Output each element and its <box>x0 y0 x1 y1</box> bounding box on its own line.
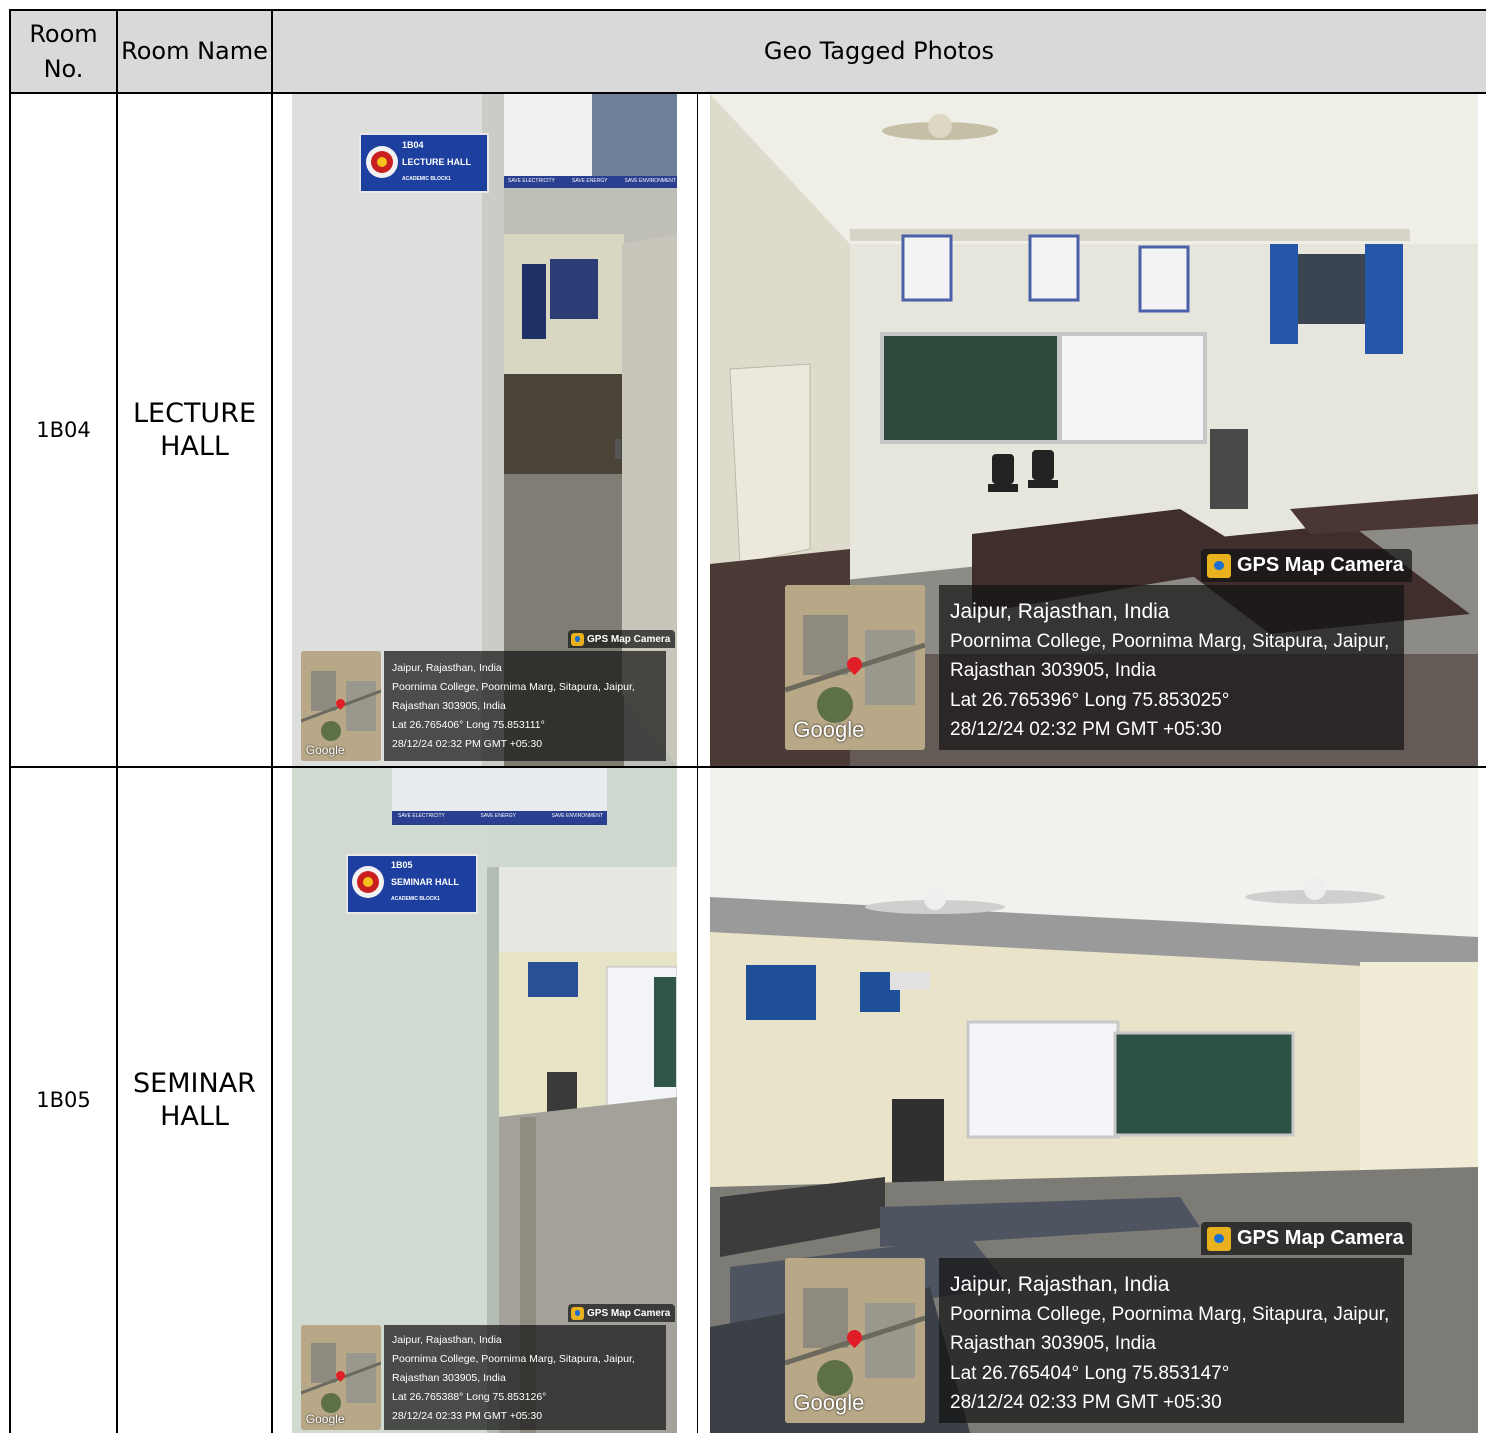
gps-address-line2: Rajasthan 303905, India <box>950 660 1156 681</box>
mini-map: Google <box>785 585 925 750</box>
gps-pin-icon <box>1207 553 1231 578</box>
gps-timestamp: 28/12/24 02:32 PM GMT +05:30 <box>950 719 1222 740</box>
mini-map: Google <box>785 1258 925 1423</box>
gps-address-line2: Rajasthan 303905, India <box>392 1372 506 1384</box>
table-border <box>116 9 118 1433</box>
google-map-label: Google <box>305 742 345 757</box>
gps-address-line1: Poornima College, Poornima Marg, Sitapur… <box>950 630 1390 652</box>
gps-pin-icon <box>571 1306 584 1320</box>
mini-map: Google <box>301 651 381 761</box>
gps-place: Jaipur, Rajasthan, India <box>392 662 502 674</box>
gps-pin-icon <box>571 632 584 646</box>
table-border <box>9 9 1486 11</box>
sign-block: ACADEMIC BLOCK1 <box>391 896 440 902</box>
gps-address-line2: Rajasthan 303905, India <box>950 1333 1156 1354</box>
table-border <box>697 94 698 1433</box>
gps-brand: GPS Map Camera <box>587 633 671 645</box>
gps-pin-icon <box>1207 1226 1231 1251</box>
poster-footer-text: SAVE ENERGY <box>480 813 517 819</box>
room-name-cell: SEMINAR HALL <box>133 1068 256 1132</box>
room-number-cell: 1B05 <box>36 1088 91 1112</box>
gps-map-camera-badge: GPS Map Camera <box>568 1304 676 1322</box>
header-room-no: Room No. <box>29 19 98 83</box>
poster-footer-text: SAVE ELECTRICITY <box>508 178 555 184</box>
geo-tagged-photo: GPS Map Camera Google Jaipur, Rajasthan,… <box>710 767 1478 1433</box>
geo-tagged-photo: GPS Map Camera Google Jaipur, Rajasthan,… <box>710 94 1478 766</box>
poster-footer-text: SAVE ENVIRONMENT <box>624 178 676 184</box>
sign-block: ACADEMIC BLOCK1 <box>402 176 451 182</box>
sign-room-number: 1B04 <box>402 140 424 150</box>
room-number-cell: 1B04 <box>36 418 91 442</box>
sign-room-name: LECTURE HALL <box>402 157 471 167</box>
google-map-label: Google <box>305 1411 345 1426</box>
poster-footer: SAVE ELECTRICITY SAVE ENERGY SAVE ENVIRO… <box>398 813 603 819</box>
geo-tagged-photo: 1B05 SEMINAR HALL ACADEMIC BLOCK1 SAVE E… <box>292 767 677 1433</box>
gps-address-line2: Rajasthan 303905, India <box>392 700 506 712</box>
sign-room-number: 1B05 <box>391 860 413 870</box>
gps-timestamp: 28/12/24 02:32 PM GMT +05:30 <box>392 738 543 750</box>
gps-map-camera-badge: GPS Map Camera <box>1201 549 1412 582</box>
poster-footer-text: SAVE ELECTRICITY <box>398 813 445 819</box>
room-sign: 1B05 SEMINAR HALL ACADEMIC BLOCK1 <box>391 860 459 905</box>
poster-footer: SAVE ELECTRICITY SAVE ENERGY SAVE ENVIRO… <box>508 178 676 184</box>
sign-room-name: SEMINAR HALL <box>391 877 459 887</box>
gps-info-box: Jaipur, Rajasthan, India Poornima Colleg… <box>939 585 1404 750</box>
gps-address-line1: Poornima College, Poornima Marg, Sitapur… <box>392 1353 635 1365</box>
gps-coordinates: Lat 26.765404° Long 75.853147° <box>950 1362 1230 1384</box>
gps-address-line1: Poornima College, Poornima Marg, Sitapur… <box>392 681 635 693</box>
table-border <box>9 92 1486 94</box>
table-border <box>271 9 273 1433</box>
gps-brand: GPS Map Camera <box>587 1307 671 1319</box>
gps-coordinates: Lat 26.765406° Long 75.853111° <box>392 719 545 731</box>
gps-map-camera-badge: GPS Map Camera <box>568 630 676 648</box>
google-map-label: Google <box>793 1390 865 1416</box>
gps-coordinates: Lat 26.765396° Long 75.853025° <box>950 689 1230 711</box>
header-geo-tagged-photos: Geo Tagged Photos <box>763 37 995 65</box>
gps-place: Jaipur, Rajasthan, India <box>950 600 1170 623</box>
geo-tagged-rooms-table: Room No. Room Name Geo Tagged Photos 1B0… <box>0 0 1486 1433</box>
mini-map: Google <box>301 1325 381 1430</box>
geo-tagged-photo: 1B04 LECTURE HALL ACADEMIC BLOCK1 SAVE E… <box>292 94 677 766</box>
gps-coordinates: Lat 26.765388° Long 75.853126° <box>392 1391 547 1403</box>
gps-info-box: Jaipur, Rajasthan, India Poornima Colleg… <box>384 1325 666 1430</box>
poster-footer-text: SAVE ENVIRONMENT <box>551 813 603 819</box>
gps-timestamp: 28/12/24 02:33 PM GMT +05:30 <box>950 1392 1222 1413</box>
room-sign: 1B04 LECTURE HALL ACADEMIC BLOCK1 <box>402 140 471 185</box>
gps-timestamp: 28/12/24 02:33 PM GMT +05:30 <box>392 1410 543 1422</box>
google-map-label: Google <box>793 717 865 743</box>
gps-brand: GPS Map Camera <box>1237 1227 1404 1249</box>
table-border <box>9 766 1486 768</box>
gps-info-box: Jaipur, Rajasthan, India Poornima Colleg… <box>384 651 666 761</box>
gps-place: Jaipur, Rajasthan, India <box>950 1273 1170 1296</box>
gps-address-line1: Poornima College, Poornima Marg, Sitapur… <box>950 1303 1390 1325</box>
gps-place: Jaipur, Rajasthan, India <box>392 1334 502 1346</box>
room-name-cell: LECTURE HALL <box>132 398 257 462</box>
gps-map-camera-badge: GPS Map Camera <box>1201 1222 1412 1255</box>
table-border <box>9 9 11 1433</box>
gps-info-box: Jaipur, Rajasthan, India Poornima Colleg… <box>939 1258 1404 1423</box>
header-room-name: Room Name <box>121 37 268 65</box>
poster-footer-text: SAVE ENERGY <box>572 178 608 184</box>
gps-brand: GPS Map Camera <box>1237 554 1404 576</box>
